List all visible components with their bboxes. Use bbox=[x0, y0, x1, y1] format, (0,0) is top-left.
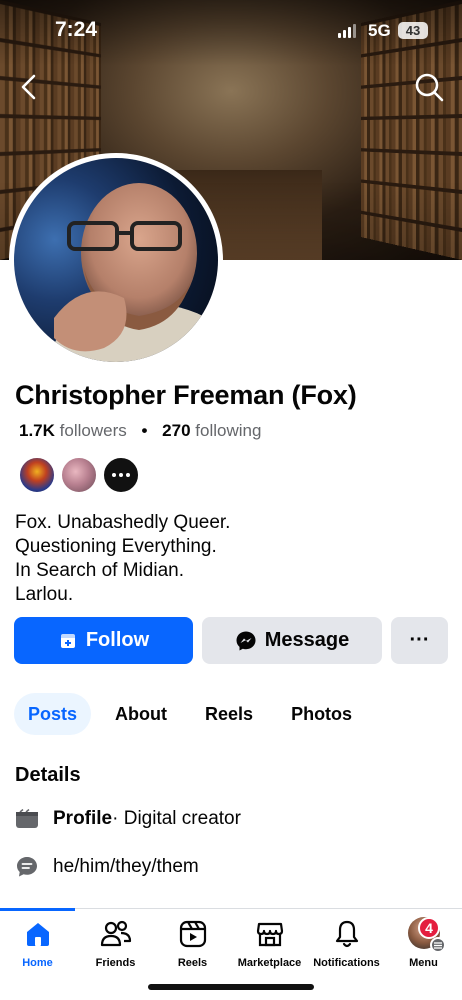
nav-notifications-label: Notifications bbox=[313, 957, 380, 969]
tab-reels[interactable]: Reels bbox=[191, 693, 267, 735]
network-type: 5G bbox=[368, 21, 391, 41]
mutual-avatar[interactable] bbox=[18, 456, 56, 494]
follow-button[interactable]: Follow bbox=[14, 617, 193, 664]
follow-icon bbox=[58, 631, 78, 651]
marketplace-icon bbox=[255, 909, 285, 949]
profile-name: Christopher Freeman (Fox) bbox=[15, 380, 357, 411]
nav-marketplace[interactable]: Marketplace bbox=[232, 909, 307, 981]
profile-tabs: Posts About Reels Photos bbox=[14, 693, 376, 735]
signal-icon bbox=[338, 24, 356, 38]
follow-label: Follow bbox=[86, 629, 149, 652]
detail-profile-label: Profile bbox=[53, 808, 112, 830]
details-heading: Details bbox=[15, 764, 81, 787]
more-dots-icon bbox=[111, 472, 131, 478]
notification-badge: 4 bbox=[418, 917, 440, 939]
detail-profile-value: · Digital creator bbox=[112, 808, 241, 830]
chevron-left-icon bbox=[14, 70, 44, 104]
nav-home-label: Home bbox=[22, 957, 53, 969]
more-options-button[interactable]: ··· bbox=[391, 617, 448, 664]
nav-reels-label: Reels bbox=[178, 957, 207, 969]
friends-icon bbox=[100, 909, 132, 949]
mutual-avatar[interactable] bbox=[60, 456, 98, 494]
bio-line: In Search of Midian. bbox=[15, 559, 230, 583]
nav-menu[interactable]: Menu 4 bbox=[386, 909, 461, 981]
reels-icon bbox=[178, 909, 208, 949]
mutual-friends-avatars[interactable] bbox=[18, 456, 144, 494]
profile-avatar[interactable] bbox=[9, 153, 223, 367]
bio-line: Fox. Unabashedly Queer. bbox=[15, 511, 230, 535]
avatar-portrait bbox=[14, 158, 218, 362]
back-button[interactable] bbox=[14, 70, 44, 104]
status-time: 7:24 bbox=[55, 18, 97, 42]
status-bar: 7:24 5G 43 bbox=[0, 0, 462, 60]
following-label[interactable]: following bbox=[195, 421, 261, 440]
message-button[interactable]: Message bbox=[202, 617, 382, 664]
nav-menu-label: Menu bbox=[409, 957, 438, 969]
following-count[interactable]: 270 bbox=[162, 421, 190, 440]
battery-level: 43 bbox=[406, 23, 420, 38]
messenger-icon bbox=[235, 630, 257, 652]
bell-icon bbox=[332, 909, 362, 949]
menu-lines-icon bbox=[430, 937, 446, 953]
nav-friends[interactable]: Friends bbox=[78, 909, 153, 981]
bio-line: Larlou. bbox=[15, 583, 230, 607]
home-icon bbox=[23, 909, 53, 949]
search-icon bbox=[412, 70, 446, 104]
message-label: Message bbox=[265, 629, 350, 652]
profile-bio: Fox. Unabashedly Queer. Questioning Ever… bbox=[15, 511, 230, 607]
home-indicator bbox=[148, 984, 314, 990]
search-button[interactable] bbox=[412, 70, 446, 104]
more-options-label: ··· bbox=[410, 629, 430, 652]
nav-notifications[interactable]: Notifications bbox=[309, 909, 384, 981]
detail-profile-type: Profile · Digital creator bbox=[15, 807, 241, 831]
nav-reels[interactable]: Reels bbox=[155, 909, 230, 981]
speech-bubble-icon bbox=[15, 855, 39, 879]
nav-home[interactable]: Home bbox=[0, 909, 75, 981]
nav-marketplace-label: Marketplace bbox=[238, 957, 302, 969]
followers-count[interactable]: 1.7K bbox=[19, 421, 55, 440]
tab-posts[interactable]: Posts bbox=[14, 693, 91, 735]
mutual-more-avatar[interactable] bbox=[102, 456, 140, 494]
profile-stats: 1.7K followers • 270 following bbox=[19, 421, 261, 441]
clapperboard-icon bbox=[15, 807, 39, 831]
tab-photos[interactable]: Photos bbox=[277, 693, 366, 735]
followers-label[interactable]: followers bbox=[60, 421, 127, 440]
battery-icon: 43 bbox=[398, 22, 428, 39]
nav-friends-label: Friends bbox=[96, 957, 136, 969]
detail-pronouns-value: he/him/they/them bbox=[53, 856, 199, 878]
bio-line: Questioning Everything. bbox=[15, 535, 230, 559]
tab-about[interactable]: About bbox=[101, 693, 181, 735]
detail-pronouns: he/him/they/them bbox=[15, 855, 199, 879]
